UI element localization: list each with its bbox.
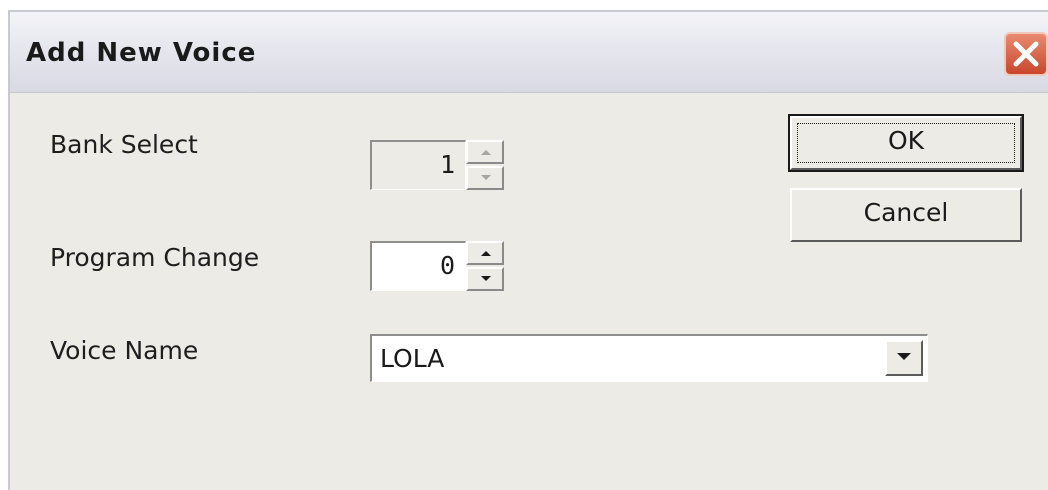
bank-select-input[interactable]: 1 [370,140,466,190]
ok-button[interactable]: OK [788,114,1024,172]
cancel-button-label: Cancel [863,198,949,227]
arrow-down-icon [481,276,491,281]
program-change-up-button[interactable] [466,241,504,265]
bank-select-value: 1 [439,150,455,179]
program-change-value: 0 [439,251,455,280]
bank-select-down-button[interactable] [466,166,504,190]
cancel-button[interactable]: Cancel [790,188,1022,242]
bank-select-spinner[interactable] [466,140,504,190]
dialog-title: Add New Voice [26,38,257,68]
chevron-down-icon [897,353,911,360]
voice-name-combobox[interactable]: LOLA [370,334,928,382]
program-change-input[interactable]: 0 [370,241,466,291]
title-bar[interactable]: Add New Voice [10,12,1048,93]
program-change-spinner[interactable] [466,241,504,291]
program-change-down-button[interactable] [466,267,504,291]
program-change-label: Program Change [50,243,260,272]
bank-select-up-button[interactable] [466,140,504,164]
bank-select-label: Bank Select [50,130,198,159]
voice-name-label: Voice Name [50,336,199,365]
close-button[interactable] [1004,32,1048,76]
arrow-down-icon [481,175,491,180]
voice-name-value: LOLA [380,344,445,373]
arrow-up-icon [481,150,491,155]
voice-name-dropdown-button[interactable] [885,340,923,376]
arrow-up-icon [481,251,491,256]
close-icon [1013,41,1039,67]
focus-rect [797,123,1015,163]
add-new-voice-dialog: Add New Voice Bank Select 1 Program Chan… [8,10,1048,490]
